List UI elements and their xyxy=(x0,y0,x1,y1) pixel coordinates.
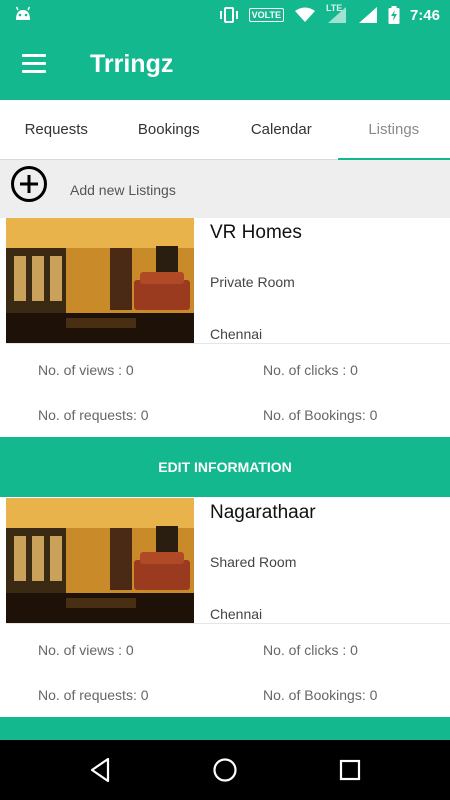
listing-photo[interactable] xyxy=(6,218,194,343)
bookings-count: No. of Bookings: 0 xyxy=(263,407,378,423)
listing-card: Nagarathaar Shared Room Chennai No. of v… xyxy=(0,498,450,740)
system-nav-bar xyxy=(0,740,450,800)
listing-photo[interactable] xyxy=(6,498,194,623)
signal-icon xyxy=(327,7,346,23)
divider xyxy=(6,343,450,344)
tab-bar: Requests Bookings Calendar Listings xyxy=(0,100,450,160)
clicks-count: No. of clicks : 0 xyxy=(263,642,358,658)
back-icon[interactable] xyxy=(88,755,112,785)
tab-requests[interactable]: Requests xyxy=(0,100,113,159)
lte-signal: LTE xyxy=(326,3,348,24)
add-listing-label: Add new Listings xyxy=(70,182,176,198)
recent-apps-icon[interactable] xyxy=(338,755,362,785)
listing-room-type: Private Room xyxy=(210,274,295,290)
bookings-count: No. of Bookings: 0 xyxy=(263,687,378,703)
tab-bookings[interactable]: Bookings xyxy=(113,100,226,159)
clicks-count: No. of clicks : 0 xyxy=(263,362,358,378)
views-count: No. of views : 0 xyxy=(38,362,134,378)
home-icon[interactable] xyxy=(212,755,238,785)
volte-badge: VOLTE xyxy=(248,8,284,22)
edit-information-button[interactable] xyxy=(0,717,450,740)
views-count: No. of views : 0 xyxy=(38,642,134,658)
android-icon xyxy=(15,6,31,20)
battery-charging-icon xyxy=(388,6,400,24)
add-listing-button[interactable]: Add new Listings xyxy=(0,160,450,218)
tab-calendar[interactable]: Calendar xyxy=(225,100,338,159)
listing-name: VR Homes xyxy=(210,222,302,243)
divider xyxy=(6,623,450,624)
signal-icon-2 xyxy=(358,7,377,23)
app-bar: Trringz xyxy=(0,30,450,100)
listing-card: VR Homes Private Room Chennai No. of vie… xyxy=(0,218,450,498)
app-title: Trringz xyxy=(90,50,174,78)
wifi-icon xyxy=(294,7,315,22)
edit-information-button[interactable]: EDIT INFORMATION xyxy=(0,437,450,497)
requests-count: No. of requests: 0 xyxy=(38,407,149,423)
clock: 7:46 xyxy=(409,6,440,24)
requests-count: No. of requests: 0 xyxy=(38,687,149,703)
status-bar: VOLTE LTE 7:46 xyxy=(0,0,450,30)
listing-room-type: Shared Room xyxy=(210,554,297,570)
tab-listings[interactable]: Listings xyxy=(337,100,450,160)
listing-city: Chennai xyxy=(210,606,263,622)
listing-city: Chennai xyxy=(210,326,263,342)
hamburger-menu-icon[interactable] xyxy=(22,54,48,76)
listing-name: Nagarathaar xyxy=(210,502,316,523)
add-circle-icon[interactable] xyxy=(10,165,48,203)
vibrate-icon xyxy=(219,7,238,23)
